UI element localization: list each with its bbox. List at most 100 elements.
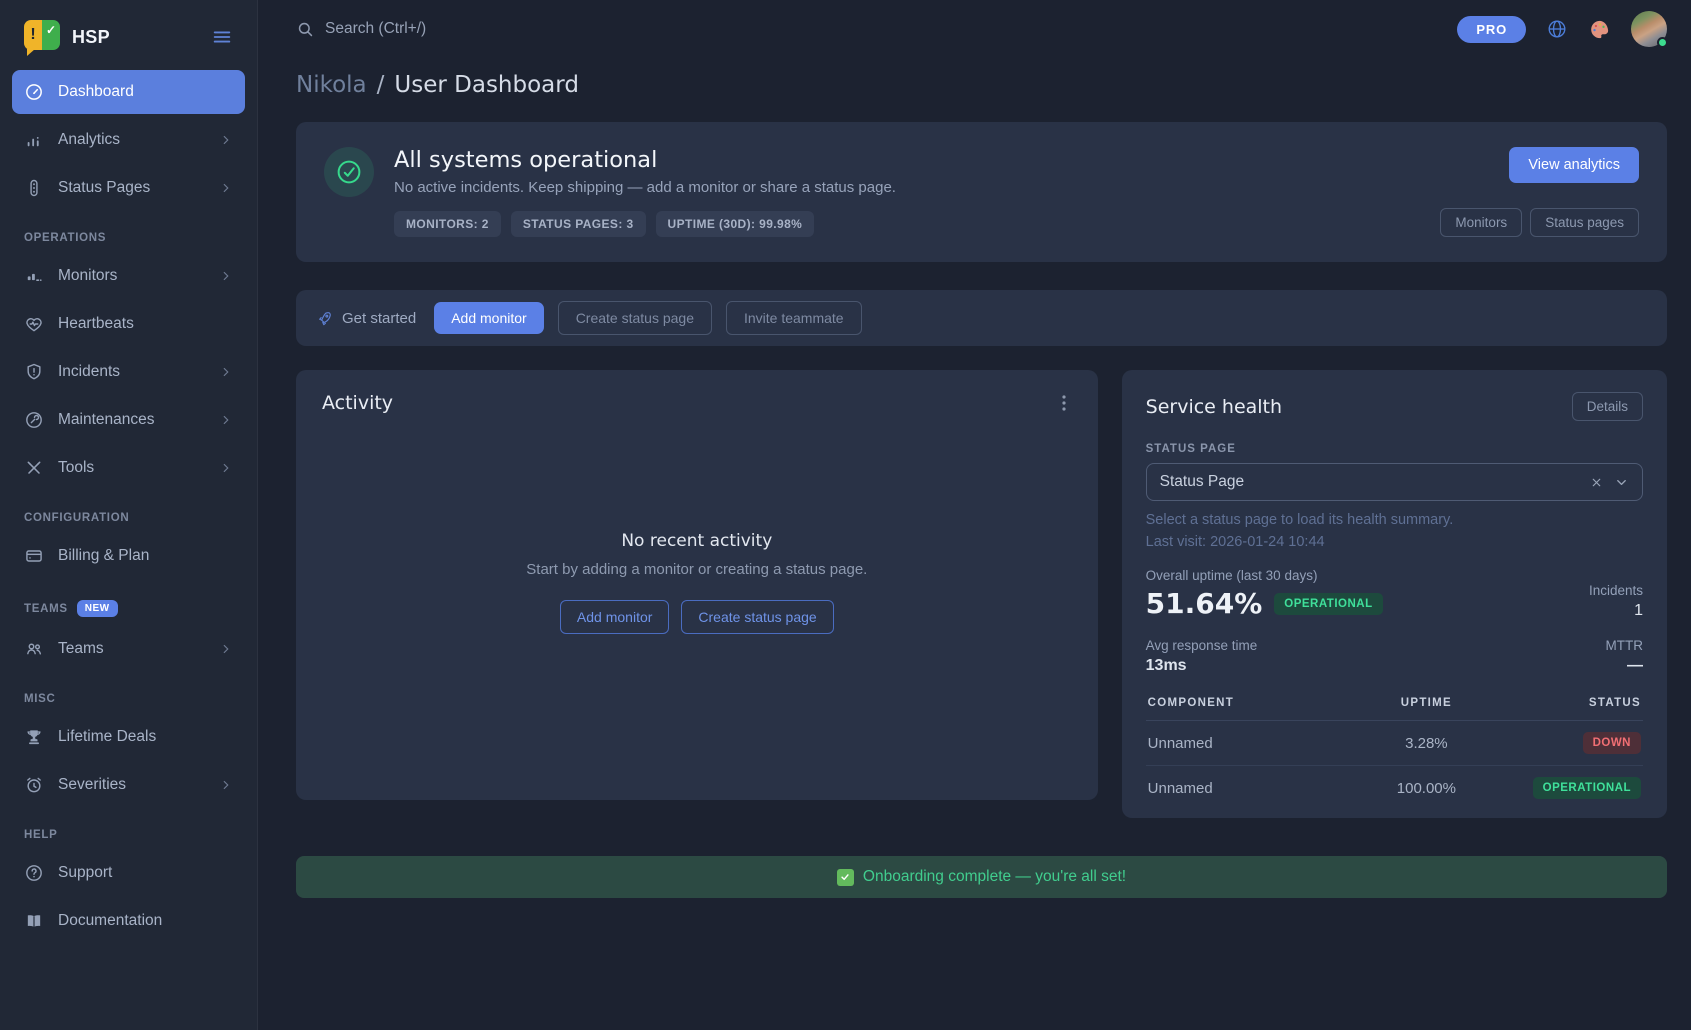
topbar-right: PRO	[1457, 11, 1667, 47]
activity-empty-state: No recent activity Start by adding a mon…	[526, 531, 867, 634]
component-name: Unnamed	[1148, 735, 1345, 752]
sidebar-item-lifetime-deals[interactable]: Lifetime Deals	[12, 715, 245, 759]
monitors-count-chip: MONITORS: 2	[394, 211, 501, 237]
wrench-circle-icon	[24, 410, 44, 430]
select-helper-text: Select a status page to load its health …	[1146, 512, 1643, 528]
sidebar-item-heartbeats[interactable]: Heartbeats	[12, 302, 245, 346]
component-column-header: COMPONENT	[1148, 697, 1345, 709]
alarm-clock-icon	[24, 775, 44, 795]
rocket-icon	[316, 310, 333, 327]
hero-title: All systems operational	[394, 147, 1420, 173]
sidebar-section-configuration: CONFIGURATION	[12, 512, 245, 524]
invite-teammate-button[interactable]: Invite teammate	[726, 301, 862, 335]
sidebar-item-analytics[interactable]: Analytics	[12, 118, 245, 162]
status-page-select[interactable]: Status Page	[1146, 463, 1643, 501]
incidents-block: Incidents 1	[1589, 583, 1643, 620]
globe-icon[interactable]	[1546, 18, 1568, 40]
sidebar-section-help: HELP	[12, 829, 245, 841]
uptime-incidents-row: Overall uptime (last 30 days) 51.64% OPE…	[1146, 568, 1643, 620]
content: Nikola / User Dashboard All systems oper…	[258, 58, 1691, 1030]
sidebar-item-monitors[interactable]: Monitors	[12, 254, 245, 298]
overall-uptime-block: Overall uptime (last 30 days) 51.64% OPE…	[1146, 568, 1383, 620]
avg-response-block: Avg response time 13ms	[1146, 638, 1258, 675]
search-input[interactable]	[325, 20, 645, 38]
sidebar-item-dashboard[interactable]: Dashboard	[12, 70, 245, 114]
chevron-right-icon	[219, 413, 233, 427]
app-logo-icon: ! ✓	[24, 20, 60, 54]
empty-create-status-page-button[interactable]: Create status page	[681, 600, 833, 634]
sidebar-item-support[interactable]: Support	[12, 851, 245, 895]
monitors-button[interactable]: Monitors	[1440, 208, 1522, 237]
sidebar-item-billing[interactable]: Billing & Plan	[12, 534, 245, 578]
sidebar-item-label: Lifetime Deals	[58, 728, 156, 746]
get-started-strip: Get started Add monitor Create status pa…	[296, 290, 1667, 346]
sidebar-section-misc: MISC	[12, 693, 245, 705]
add-monitor-button[interactable]: Add monitor	[434, 302, 543, 334]
hamburger-menu-icon[interactable]	[211, 26, 233, 48]
mttr-block: MTTR —	[1606, 638, 1644, 675]
response-mttr-row: Avg response time 13ms MTTR —	[1146, 638, 1643, 675]
chevron-right-icon	[219, 133, 233, 147]
plan-badge[interactable]: PRO	[1457, 16, 1526, 43]
chevron-right-icon	[219, 181, 233, 195]
trophy-icon	[24, 727, 44, 747]
chevron-right-icon	[219, 642, 233, 656]
sidebar-item-documentation[interactable]: Documentation	[12, 899, 245, 943]
sidebar-item-status-pages[interactable]: Status Pages	[12, 166, 245, 210]
onboarding-banner: Onboarding complete — you're all set!	[296, 856, 1667, 898]
incidents-label: Incidents	[1589, 583, 1643, 598]
chevron-right-icon	[219, 365, 233, 379]
topbar: PRO	[258, 0, 1691, 58]
breadcrumb-parent[interactable]: Nikola	[296, 72, 367, 98]
component-name: Unnamed	[1148, 780, 1345, 797]
clear-icon[interactable]	[1590, 476, 1603, 489]
sidebar-section-operations: OPERATIONS	[12, 232, 245, 244]
table-row[interactable]: Unnamed 3.28% DOWN	[1146, 721, 1643, 766]
operational-status-badge: OPERATIONAL	[1274, 593, 1382, 615]
shield-alert-icon	[24, 362, 44, 382]
sidebar-item-teams[interactable]: Teams	[12, 627, 245, 671]
search-wrap	[296, 20, 645, 39]
activity-title: Activity	[322, 392, 393, 414]
palette-icon[interactable]	[1588, 18, 1611, 41]
sidebar-nav: Dashboard Analytics Status Pages OPERATI…	[12, 70, 245, 943]
hero-subtitle: No active incidents. Keep shipping — add…	[394, 179, 1420, 196]
sidebar-item-maintenances[interactable]: Maintenances	[12, 398, 245, 442]
sidebar-item-severities[interactable]: Severities	[12, 763, 245, 807]
kebab-menu-icon[interactable]	[1056, 393, 1072, 413]
activity-header: Activity	[322, 392, 1072, 414]
hero-secondary-actions: Monitors Status pages	[1440, 208, 1639, 237]
chevron-right-icon	[219, 269, 233, 283]
section-label: TEAMS	[24, 603, 68, 615]
gauge-icon	[24, 82, 44, 102]
uptime-chip: UPTIME (30D): 99.98%	[656, 211, 815, 237]
sidebar-item-label: Billing & Plan	[58, 547, 149, 565]
help-circle-icon	[24, 863, 44, 883]
book-icon	[24, 911, 44, 931]
details-button[interactable]: Details	[1572, 392, 1643, 421]
overall-uptime-label: Overall uptime (last 30 days)	[1146, 568, 1383, 583]
table-row[interactable]: Unnamed 100.00% OPERATIONAL	[1146, 766, 1643, 810]
new-badge: NEW	[77, 600, 118, 617]
check-emoji-icon	[837, 869, 854, 886]
empty-state-actions: Add monitor Create status page	[526, 600, 867, 634]
sidebar-item-tools[interactable]: Tools	[12, 446, 245, 490]
down-status-badge: DOWN	[1583, 732, 1641, 754]
last-visit-text: Last visit: 2026-01-24 10:44	[1146, 534, 1643, 550]
view-analytics-button[interactable]: View analytics	[1509, 147, 1639, 183]
user-avatar[interactable]	[1631, 11, 1667, 47]
check-circle-icon	[324, 147, 374, 197]
status-pages-button[interactable]: Status pages	[1530, 208, 1639, 237]
uptime-column-header: UPTIME	[1345, 697, 1508, 709]
sidebar-item-label: Severities	[58, 776, 126, 794]
create-status-page-button[interactable]: Create status page	[558, 301, 712, 335]
chevron-down-icon[interactable]	[1614, 475, 1629, 490]
sidebar-item-incidents[interactable]: Incidents	[12, 350, 245, 394]
hero-body: All systems operational No active incide…	[394, 147, 1420, 237]
select-icons	[1590, 475, 1629, 490]
breadcrumb-separator: /	[377, 72, 385, 98]
empty-add-monitor-button[interactable]: Add monitor	[560, 600, 669, 634]
monitors-bars-icon	[24, 266, 44, 286]
users-icon	[24, 639, 44, 659]
operational-status-badge: OPERATIONAL	[1533, 777, 1641, 799]
